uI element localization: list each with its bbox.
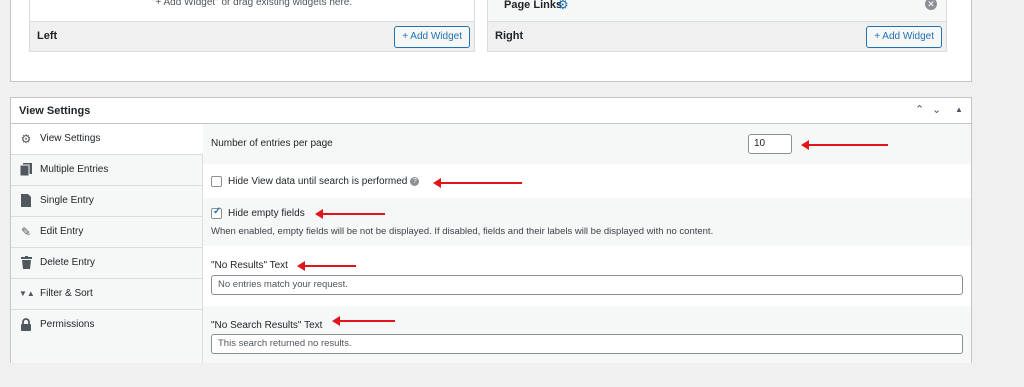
gear-icon[interactable]: ⚙ xyxy=(557,0,569,13)
sidebar-item-permissions[interactable]: Permissions xyxy=(11,310,203,341)
annotation-arrow xyxy=(315,209,385,219)
edit-icon: ✎ xyxy=(20,225,32,239)
collapse-toggle-icon[interactable]: ▲ xyxy=(955,105,963,114)
add-widget-left-button[interactable]: + Add Widget xyxy=(394,26,470,48)
settings-sidebar: ⚙ View Settings Multiple Entries Single … xyxy=(11,124,204,363)
settings-content: Number of entries per page 10 Hide View … xyxy=(203,124,971,363)
sidebar-item-filter-sort[interactable]: ▼▲ Filter & Sort xyxy=(11,279,203,310)
help-icon[interactable]: ? xyxy=(410,177,420,186)
sidebar-item-label: Filter & Sort xyxy=(40,288,93,299)
sidebar-item-edit-entry[interactable]: ✎ Edit Entry xyxy=(11,217,203,248)
sidebar-item-single-entry[interactable]: Single Entry xyxy=(11,186,203,217)
page-links-widget[interactable]: Page Links ⚙ ✕ xyxy=(488,0,946,22)
lock-icon xyxy=(19,318,33,332)
widget-zone-right: Page Links ⚙ ✕ Right + Add Widget xyxy=(487,0,947,52)
file-icon xyxy=(19,194,33,208)
move-up-icon[interactable]: ⌃ xyxy=(915,103,924,116)
no-results-input[interactable]: No entries match your request. xyxy=(211,275,963,295)
no-results-row: "No Results" Text No entries match your … xyxy=(203,246,971,306)
sidebar-item-view-settings[interactable]: ⚙ View Settings xyxy=(11,124,204,155)
annotation-arrow xyxy=(433,178,522,188)
move-down-icon[interactable]: ⌄ xyxy=(932,103,941,116)
no-search-results-label: "No Search Results" Text xyxy=(211,320,323,331)
sidebar-item-label: Multiple Entries xyxy=(40,164,109,175)
annotation-arrow xyxy=(297,261,356,271)
hide-view-data-label: Hide View data until search is performed… xyxy=(228,176,420,187)
copy-icon xyxy=(19,163,33,177)
sidebar-item-label: Delete Entry xyxy=(40,257,96,268)
entries-per-page-input[interactable]: 10 xyxy=(748,134,792,154)
add-widget-right-button[interactable]: + Add Widget xyxy=(866,26,942,48)
sidebar-item-label: View Settings xyxy=(40,133,101,144)
sidebar-item-multiple-entries[interactable]: Multiple Entries xyxy=(11,155,203,186)
page-links-label: Page Links xyxy=(504,0,563,11)
no-search-results-row: "No Search Results" Text This search ret… xyxy=(203,306,971,363)
annotation-arrow xyxy=(332,316,395,326)
hide-empty-fields-checkbox[interactable] xyxy=(211,206,222,219)
sort-icon: ▼▲ xyxy=(19,289,35,298)
annotation-arrow xyxy=(801,140,888,150)
remove-widget-icon[interactable]: ✕ xyxy=(925,0,937,10)
widget-zone-label-left: Left xyxy=(37,30,58,42)
sidebar-item-label: Permissions xyxy=(40,319,95,330)
sidebar-item-label: Single Entry xyxy=(40,195,94,206)
view-settings-header: View Settings ⌃ ⌄ ▲ xyxy=(11,98,971,124)
widget-zone-label-right: Right xyxy=(495,30,524,42)
widget-zone-footer: Right + Add Widget xyxy=(488,21,946,51)
widget-zone-footer: Left + Add Widget xyxy=(30,21,474,51)
no-search-results-input[interactable]: This search returned no results. xyxy=(211,334,963,354)
widget-drop-hint: "+ Add Widget" or drag existing widgets … xyxy=(151,0,353,8)
sidebar-item-label: Edit Entry xyxy=(40,226,84,237)
sidebar-item-delete-entry[interactable]: Delete Entry xyxy=(11,248,203,279)
hide-empty-fields-label: Hide empty fields xyxy=(228,208,305,219)
widget-areas-panel: "+ Add Widget" or drag existing widgets … xyxy=(10,0,972,82)
hide-view-data-checkbox[interactable] xyxy=(211,176,222,187)
no-results-label: "No Results" Text xyxy=(211,260,288,271)
entries-per-page-label: Number of entries per page xyxy=(211,138,333,149)
hide-view-data-row: Hide View data until search is performed… xyxy=(203,164,971,198)
widget-zone-left: "+ Add Widget" or drag existing widgets … xyxy=(29,0,475,52)
trash-icon xyxy=(19,256,33,270)
view-settings-title: View Settings xyxy=(19,105,91,117)
hide-empty-fields-row: Hide empty fields When enabled, empty fi… xyxy=(203,198,971,246)
view-settings-box: View Settings ⌃ ⌄ ▲ ⚙ View Settings Mult… xyxy=(10,97,972,363)
hide-empty-fields-description: When enabled, empty fields will be not b… xyxy=(211,226,714,237)
gear-icon: ⚙ xyxy=(20,132,32,146)
